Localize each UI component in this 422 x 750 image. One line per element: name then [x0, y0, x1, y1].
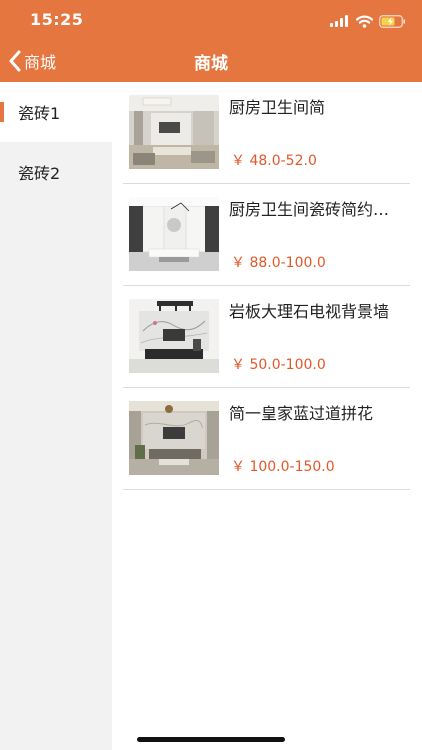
product-item[interactable]: 厨房卫生间简 ￥ 48.0-52.0	[112, 82, 422, 184]
product-price: ￥ 100.0-150.0	[231, 459, 335, 475]
product-list: 厨房卫生间简 ￥ 48.0-52.0 厨房卫生间瓷砖简约现代 ￥ 88.0-10…	[112, 82, 422, 490]
product-item[interactable]: 岩板大理石电视背景墙 ￥ 50.0-100.0	[112, 286, 422, 388]
page-title: 商城	[194, 54, 228, 74]
chevron-left-icon	[9, 50, 21, 72]
status-icons	[330, 12, 406, 30]
product-thumbnail	[129, 95, 219, 169]
back-label: 商城	[24, 53, 57, 72]
product-price: ￥ 88.0-100.0	[231, 255, 326, 271]
product-name: 岩板大理石电视背景墙	[229, 302, 390, 321]
sidebar-item-tile-1[interactable]: 瓷砖1	[0, 82, 112, 142]
product-price: ￥ 48.0-52.0	[231, 153, 317, 169]
home-indicator	[137, 737, 285, 742]
sidebar-item-label: 瓷砖1	[18, 104, 61, 123]
cellular-signal-icon	[330, 15, 350, 27]
product-price: ￥ 50.0-100.0	[231, 357, 326, 373]
back-button[interactable]: 商城	[8, 48, 56, 74]
sidebar-item-tile-2[interactable]: 瓷砖2	[0, 142, 112, 202]
sidebar-item-label: 瓷砖2	[18, 164, 61, 183]
product-name: 简一皇家蓝过道拼花	[229, 404, 374, 423]
product-name: 厨房卫生间瓷砖简约现代	[229, 200, 404, 219]
divider	[123, 489, 410, 490]
product-thumbnail	[129, 401, 219, 475]
product-name: 厨房卫生间简	[229, 98, 326, 117]
app-header: 15:25 商城 商城	[0, 0, 422, 82]
product-item[interactable]: 简一皇家蓝过道拼花 ￥ 100.0-150.0	[112, 388, 422, 490]
product-item[interactable]: 厨房卫生间瓷砖简约现代 ￥ 88.0-100.0	[112, 184, 422, 286]
battery-charging-icon	[379, 14, 406, 28]
category-sidebar: 瓷砖1 瓷砖2	[0, 82, 112, 750]
status-time: 15:25	[30, 10, 84, 29]
product-thumbnail	[129, 197, 219, 271]
wifi-icon	[356, 15, 373, 28]
product-thumbnail	[129, 299, 219, 373]
